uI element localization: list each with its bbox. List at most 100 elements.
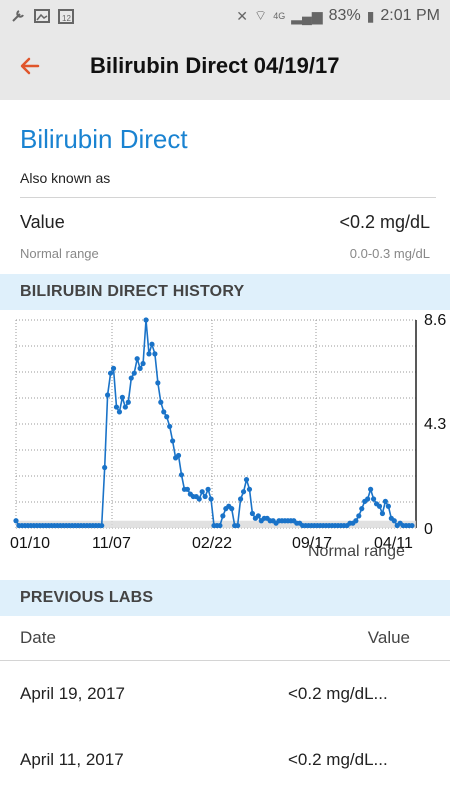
data-point [158, 399, 164, 405]
x-tick-label: 11/07 [92, 535, 131, 552]
data-point [110, 365, 117, 371]
data-point [107, 370, 114, 376]
data-point [196, 496, 202, 502]
arrow-left-icon [20, 57, 40, 75]
data-point [370, 496, 377, 502]
app-toolbar: Bilirubin Direct 04/19/17 [0, 32, 450, 100]
data-point [356, 513, 362, 519]
data-point [175, 452, 182, 459]
chart-series-line [15, 319, 412, 527]
data-point [161, 409, 167, 415]
data-point [137, 365, 143, 371]
data-point [102, 464, 108, 471]
data-point [184, 486, 191, 492]
data-point [249, 510, 256, 517]
data-point [208, 496, 214, 502]
status-right: ✕ ⌔ 4G ▂▄▆ 83% ▮ 2:01 PM [236, 0, 440, 32]
data-point [243, 477, 250, 483]
list-item[interactable]: April 11, 2017 <0.2 mg/dL... [0, 750, 450, 810]
data-point [359, 506, 365, 512]
data-point [205, 486, 211, 492]
data-point [202, 493, 208, 500]
data-point [99, 522, 105, 529]
data-point [199, 489, 205, 495]
data-point [368, 486, 374, 492]
battery-icon: ▮ [366, 7, 375, 24]
normal-range-value: 0.0-0.3 mg/dL [349, 246, 430, 261]
clock: 2:01 PM [380, 7, 440, 24]
data-point [217, 522, 223, 529]
history-header-label: BILIRUBIN DIRECT HISTORY [20, 283, 245, 300]
wifi-icon: ⌔ [254, 7, 268, 23]
data-point [167, 423, 173, 430]
data-point [385, 503, 391, 509]
data-point [376, 503, 383, 509]
network-type: 4G [273, 11, 286, 21]
data-point [170, 438, 176, 444]
x-tick-label: 02/22 [192, 535, 232, 552]
y-tick-label: 0 [424, 521, 433, 538]
data-point [391, 518, 397, 524]
data-point [178, 472, 185, 478]
data-point [382, 498, 389, 504]
previous-labs-label: PREVIOUS LABS [20, 589, 154, 606]
value-column-header: Value [367, 628, 410, 647]
data-point [134, 356, 140, 362]
calendar-icon: 12 [58, 9, 74, 24]
divider [20, 197, 436, 198]
data-point [125, 399, 131, 405]
data-point [379, 510, 386, 517]
data-point [13, 518, 19, 524]
lab-name: Bilirubin Direct [20, 124, 188, 154]
data-point [409, 522, 415, 529]
lab-result: <0.2 mg/dL... [288, 684, 388, 703]
data-point [237, 496, 244, 502]
data-point [155, 380, 161, 386]
data-point [140, 360, 146, 367]
history-chart[interactable]: 8.64.30 01/10 11/07 02/22 09/17 04/11 Normal… [0, 310, 450, 565]
svg-text:12: 12 [62, 14, 71, 23]
lab-date: April 11, 2017 [20, 750, 124, 769]
lab-result: <0.2 mg/dL... [288, 750, 388, 769]
page-title: Bilirubin Direct 04/19/17 [90, 53, 340, 78]
data-point [152, 351, 158, 357]
data-point [149, 341, 155, 347]
wrench-icon [12, 10, 24, 22]
chart-points [13, 317, 415, 529]
battery-percent: 83% [328, 7, 361, 24]
data-point [235, 522, 241, 529]
y-tick-label: 4.3 [424, 416, 446, 433]
data-point [116, 409, 123, 415]
back-button[interactable] [0, 32, 60, 100]
data-point [119, 394, 125, 400]
mute-icon: ✕ [236, 7, 249, 24]
data-point [365, 496, 371, 502]
also-known-as-label: Also known as [20, 170, 111, 186]
normal-range-note: Normal range [308, 543, 405, 560]
data-point [128, 375, 134, 381]
previous-labs-header: PREVIOUS LABS [0, 580, 450, 616]
status-bar: 12 ✕ ⌔ 4G ▂▄▆ 83% ▮ 2:01 PM [0, 0, 450, 32]
data-point [229, 506, 235, 512]
x-tick-label: 01/10 [10, 535, 50, 552]
list-item[interactable]: April 19, 2017 <0.2 mg/dL... [0, 684, 450, 744]
data-point [105, 392, 111, 398]
data-point [353, 518, 359, 524]
image-icon [34, 9, 50, 23]
chart-grid [15, 319, 417, 529]
notification-icons: 12 [0, 8, 74, 24]
signal-icon: ▂▄▆ [291, 7, 323, 24]
lab-value: <0.2 mg/dL [339, 212, 430, 232]
y-tick-label: 8.6 [424, 312, 446, 329]
lab-date: April 19, 2017 [20, 684, 125, 703]
value-label: Value [20, 212, 65, 232]
series-line [15, 319, 412, 527]
date-column-header: Date [20, 628, 56, 647]
data-point [113, 404, 120, 410]
normal-range-label: Normal range [20, 246, 99, 261]
history-section-header: BILIRUBIN DIRECT HISTORY [0, 274, 450, 310]
data-point [122, 404, 128, 410]
data-point [240, 489, 247, 495]
data-point [255, 513, 261, 519]
data-point [146, 351, 152, 357]
